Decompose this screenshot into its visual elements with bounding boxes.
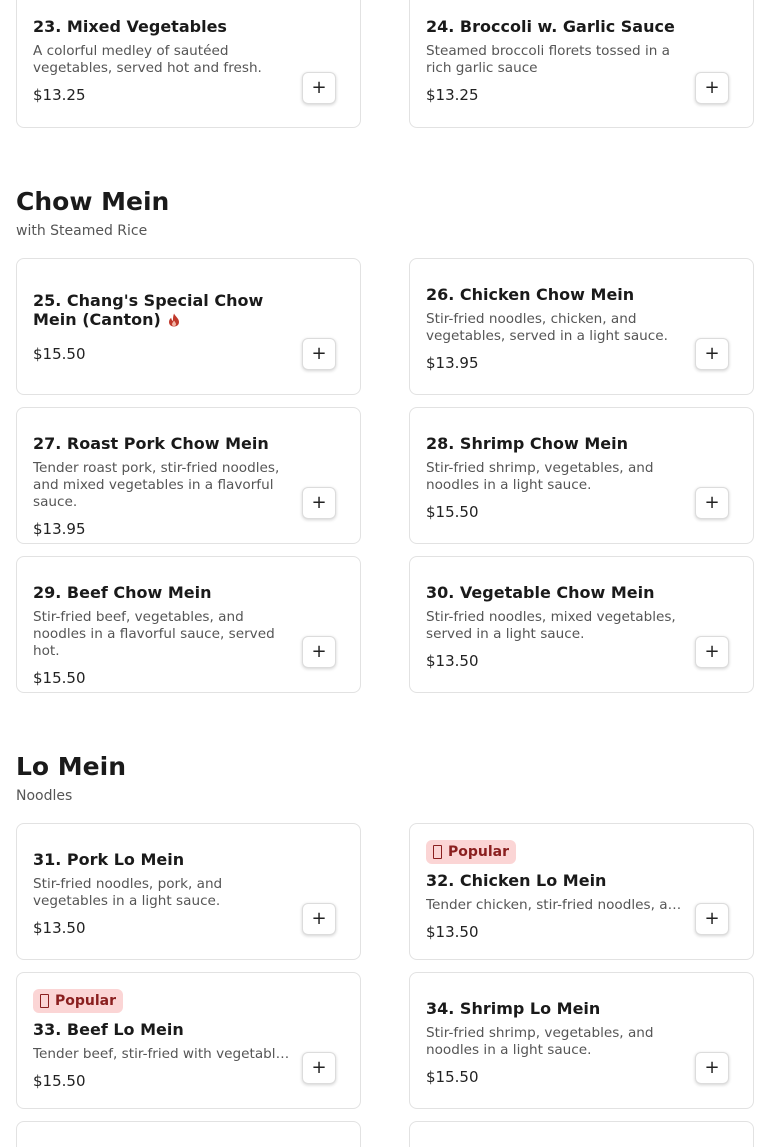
item-name: 33. Beef Lo Mein	[33, 1020, 184, 1039]
item-name: 34. Shrimp Lo Mein	[426, 999, 601, 1018]
item-description: Tender roast pork, stir-fried noodles, a…	[33, 460, 280, 510]
menu-item-card[interactable]: Popular 33. Beef Lo Mein Tender beef, st…	[16, 972, 361, 1109]
item-price: $13.25	[426, 86, 479, 104]
menu-item-card[interactable]	[16, 1121, 361, 1147]
item-price: $13.50	[33, 919, 86, 937]
spicy-icon	[169, 313, 180, 327]
item-name: 23. Mixed Vegetables	[33, 17, 227, 36]
add-to-cart-button[interactable]: +	[695, 636, 729, 668]
add-to-cart-button[interactable]: +	[695, 903, 729, 935]
item-price: $15.50	[33, 1072, 86, 1090]
item-price: $15.50	[426, 1068, 479, 1086]
popular-icon	[433, 845, 442, 859]
menu-item-card[interactable]: 24. Broccoli w. Garlic Sauce Steamed bro…	[409, 0, 754, 128]
item-name: 29. Beef Chow Mein	[33, 583, 212, 602]
add-to-cart-button[interactable]: +	[302, 72, 336, 104]
menu-item-card[interactable]: 23. Mixed Vegetables A colorful medley o…	[16, 0, 361, 128]
item-description: Stir-fried noodles, pork, and vegetables…	[33, 876, 223, 909]
item-description: Stir-fried noodles, mixed vegetables, se…	[426, 609, 676, 642]
item-price: $13.50	[426, 923, 479, 941]
popular-badge: Popular	[33, 989, 124, 1013]
item-description: Stir-fried noodles, chicken, and vegetab…	[426, 311, 668, 344]
menu-item-card[interactable]: 27. Roast Pork Chow Mein Tender roast po…	[16, 407, 361, 544]
item-description: A colorful medley of sautéed vegetables,…	[33, 43, 262, 76]
item-name: 31. Pork Lo Mein	[33, 850, 185, 869]
item-name: 26. Chicken Chow Mein	[426, 285, 635, 304]
menu-item-card[interactable]: Popular 32. Chicken Lo Mein Tender chick…	[409, 823, 754, 960]
item-name: 28. Shrimp Chow Mein	[426, 434, 629, 453]
add-to-cart-button[interactable]: +	[302, 338, 336, 370]
section-title: Lo Mein	[16, 752, 127, 781]
popular-icon	[40, 994, 49, 1008]
item-description: Stir-fried beef, vegetables, and noodles…	[33, 609, 275, 659]
item-name: 30. Vegetable Chow Mein	[426, 583, 655, 602]
menu-item-card[interactable]: 26. Chicken Chow Mein Stir-fried noodles…	[409, 258, 754, 395]
item-description: Tender chicken, stir-fried noodles, and.…	[426, 897, 683, 913]
menu-item-card[interactable]: 28. Shrimp Chow Mein Stir-fried shrimp, …	[409, 407, 754, 544]
item-name: 32. Chicken Lo Mein	[426, 871, 607, 890]
section-title: Chow Mein	[16, 187, 170, 216]
add-to-cart-button[interactable]: +	[695, 72, 729, 104]
item-price: $13.95	[33, 520, 86, 538]
menu-item-card[interactable]: 34. Shrimp Lo Mein Stir-fried shrimp, ve…	[409, 972, 754, 1109]
popular-badge: Popular	[426, 840, 517, 864]
add-to-cart-button[interactable]: +	[302, 903, 336, 935]
add-to-cart-button[interactable]: +	[302, 487, 336, 519]
item-description: Stir-fried shrimp, vegetables, and noodl…	[426, 460, 654, 493]
add-to-cart-button[interactable]: +	[695, 338, 729, 370]
item-price: $13.25	[33, 86, 86, 104]
item-description: Steamed broccoli florets tossed in a ric…	[426, 43, 671, 76]
add-to-cart-button[interactable]: +	[695, 1052, 729, 1084]
item-price: $13.50	[426, 652, 479, 670]
item-description: Tender beef, stir-fried with vegetables …	[33, 1046, 290, 1062]
section-subtitle: with Steamed Rice	[16, 223, 148, 239]
item-description: Stir-fried shrimp, vegetables, and noodl…	[426, 1025, 654, 1058]
menu-item-card[interactable]: 30. Vegetable Chow Mein Stir-fried noodl…	[409, 556, 754, 693]
item-name: 24. Broccoli w. Garlic Sauce	[426, 17, 675, 36]
item-name: 25. Chang's Special Chow Mein (Canton)	[33, 291, 264, 329]
section-subtitle: Noodles	[16, 788, 73, 804]
item-name: 27. Roast Pork Chow Mein	[33, 434, 269, 453]
add-to-cart-button[interactable]: +	[695, 487, 729, 519]
add-to-cart-button[interactable]: +	[302, 1052, 336, 1084]
item-price: $15.50	[33, 669, 86, 687]
item-price: $13.95	[426, 354, 479, 372]
menu-item-card[interactable]: 31. Pork Lo Mein Stir-fried noodles, por…	[16, 823, 361, 960]
menu-item-card[interactable]: 25. Chang's Special Chow Mein (Canton) $…	[16, 258, 361, 395]
item-price: $15.50	[426, 503, 479, 521]
menu-item-card[interactable]	[409, 1121, 754, 1147]
menu-item-card[interactable]: 29. Beef Chow Mein Stir-fried beef, vege…	[16, 556, 361, 693]
item-price: $15.50	[33, 345, 86, 363]
add-to-cart-button[interactable]: +	[302, 636, 336, 668]
